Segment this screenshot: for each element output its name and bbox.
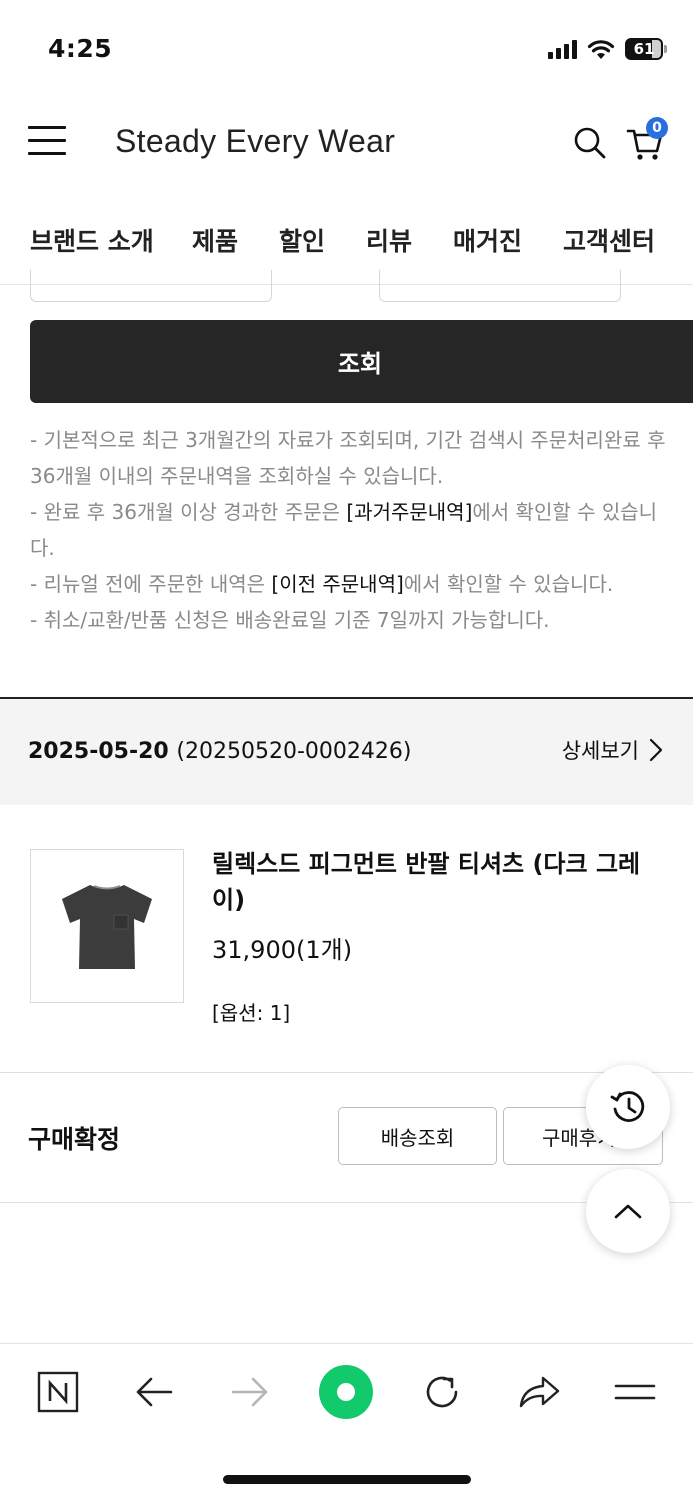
past-orders-link[interactable]: [과거주문내역] <box>346 500 472 524</box>
battery-level: 61 <box>633 40 655 58</box>
share-icon[interactable] <box>517 1368 561 1416</box>
product-thumbnail[interactable] <box>30 849 184 1003</box>
search-icon[interactable] <box>572 125 608 161</box>
home-indicator[interactable] <box>223 1475 471 1484</box>
nav-item-customer-center[interactable]: 고객센터 <box>563 222 655 258</box>
nav-item-magazine[interactable]: 매거진 <box>453 222 522 258</box>
search-submit-button[interactable]: 조회 <box>30 320 693 403</box>
start-date-field[interactable] <box>30 270 272 302</box>
order-date: 2025-05-20 (20250520-0002426) <box>28 739 412 764</box>
main-nav: 브랜드 소개 제품 할인 리뷰 매거진 고객센터 <box>0 212 693 272</box>
notice-line: - 리뉴얼 전에 주문한 내역은 [이전 주문내역]에서 확인할 수 있습니다. <box>30 572 614 596</box>
nav-item-brand[interactable]: 브랜드 소개 <box>30 222 154 258</box>
product-price: 31,900(1개) <box>212 936 353 964</box>
end-date-field[interactable] <box>379 270 621 302</box>
notice-list: - 기본적으로 최근 3개월간의 자료가 조회되며, 기간 검색시 주문처리완료… <box>30 422 670 638</box>
nav-item-review[interactable]: 리뷰 <box>366 222 412 258</box>
green-home-icon[interactable] <box>318 1364 374 1420</box>
track-delivery-button[interactable]: 배송조회 <box>338 1107 497 1165</box>
nav-item-products[interactable]: 제품 <box>192 222 238 258</box>
status-icons: 61 <box>548 38 667 60</box>
notice-line: - 취소/교환/반품 신청은 배송완료일 기준 7일까지 가능합니다. <box>30 608 550 632</box>
scroll-top-button[interactable] <box>586 1169 670 1253</box>
naver-n-icon[interactable] <box>36 1368 80 1416</box>
nav-item-sale[interactable]: 할인 <box>279 222 325 258</box>
order-detail-link[interactable]: 상세보기 <box>562 735 663 765</box>
menu-icon[interactable] <box>28 123 68 157</box>
wifi-icon <box>587 39 615 59</box>
brand-logo[interactable]: Steady Every Wear <box>115 123 395 160</box>
notice-line: - 완료 후 36개월 이상 경과한 주문은 [과거주문내역]에서 확인할 수 … <box>30 500 658 560</box>
previous-orders-link[interactable]: [이전 주문내역] <box>271 572 403 596</box>
notice-line: - 기본적으로 최근 3개월간의 자료가 조회되며, 기간 검색시 주문처리완료… <box>30 428 666 488</box>
chevron-up-icon <box>614 1204 642 1219</box>
menu-icon[interactable] <box>613 1368 657 1416</box>
cart-count-badge: 0 <box>646 117 668 139</box>
order-number: (20250520-0002426) <box>176 739 412 764</box>
product-name[interactable]: 릴렉스드 피그먼트 반팔 티셔츠 (다크 그레이) <box>212 846 657 918</box>
cart-button[interactable]: 0 <box>626 117 668 163</box>
tshirt-image <box>62 885 152 969</box>
order-status: 구매확정 <box>28 1125 121 1154</box>
back-arrow-icon[interactable] <box>134 1368 174 1416</box>
product-option: [옵션: 1] <box>212 1001 291 1025</box>
forward-arrow-icon[interactable] <box>230 1368 270 1416</box>
signal-icon <box>548 39 577 59</box>
section-divider <box>0 1072 693 1073</box>
recent-history-button[interactable] <box>586 1065 670 1149</box>
detail-label: 상세보기 <box>561 739 639 763</box>
status-time: 4:25 <box>48 34 113 63</box>
battery-icon: 61 <box>625 38 663 60</box>
site-header: Steady Every Wear 0 <box>0 95 693 190</box>
history-icon <box>610 1091 645 1122</box>
status-bar: 4:25 61 <box>0 0 693 95</box>
chevron-right-icon <box>649 738 663 762</box>
order-header: 2025-05-20 (20250520-0002426) 상세보기 <box>0 699 693 805</box>
refresh-icon[interactable] <box>421 1368 463 1416</box>
